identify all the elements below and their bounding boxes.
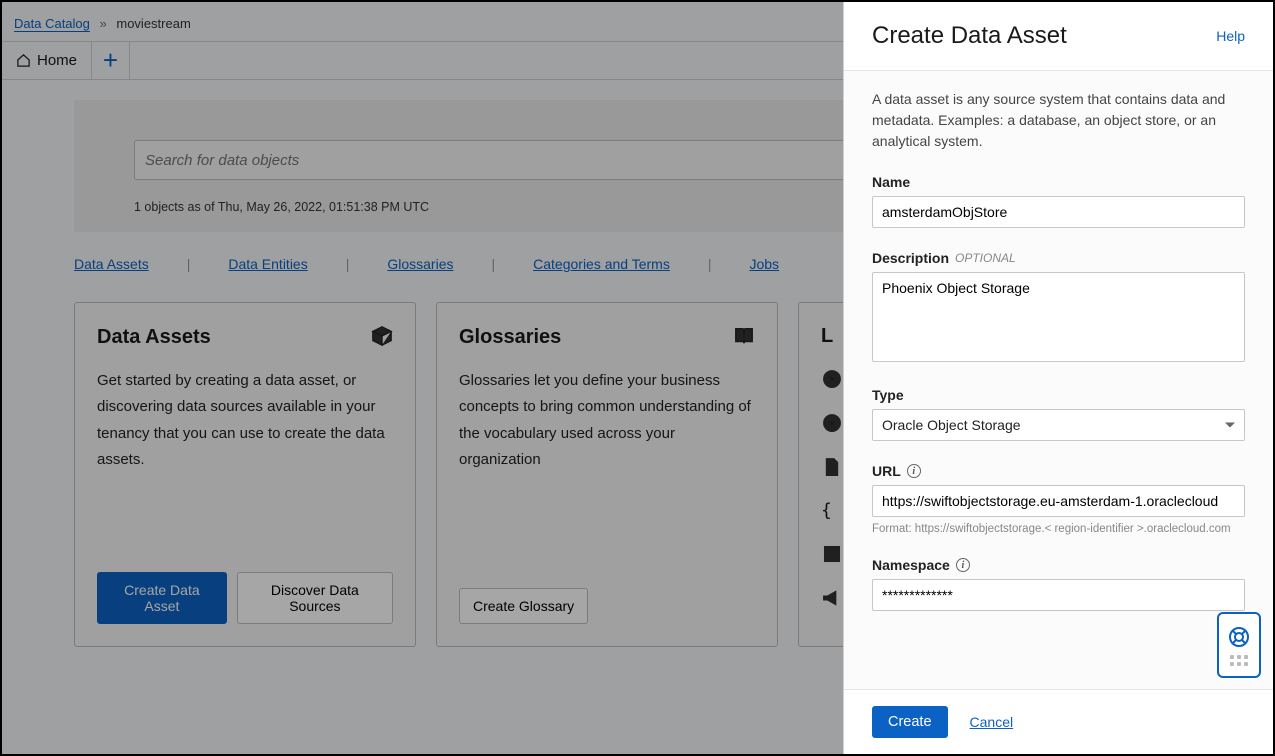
panel-title: Create Data Asset bbox=[872, 22, 1067, 50]
panel-help-link[interactable]: Help bbox=[1216, 28, 1245, 44]
type-select[interactable]: Oracle Object Storage bbox=[872, 409, 1245, 441]
name-label: Name bbox=[872, 174, 1245, 190]
floating-help-button[interactable] bbox=[1217, 612, 1261, 678]
namespace-label: Namespace i bbox=[872, 557, 1245, 573]
description-field[interactable] bbox=[872, 272, 1245, 362]
lifebuoy-icon bbox=[1227, 625, 1251, 649]
namespace-field[interactable] bbox=[872, 579, 1245, 611]
create-data-asset-panel: Create Data Asset Help A data asset is a… bbox=[843, 2, 1273, 754]
name-field[interactable] bbox=[872, 196, 1245, 228]
url-label: URL i bbox=[872, 463, 1245, 479]
type-label: Type bbox=[872, 387, 1245, 403]
description-label: Description OPTIONAL bbox=[872, 250, 1245, 266]
info-icon[interactable]: i bbox=[907, 464, 921, 478]
cancel-link[interactable]: Cancel bbox=[970, 714, 1014, 730]
create-button[interactable]: Create bbox=[872, 706, 948, 738]
url-hint: Format: https://swiftobjectstorage.< reg… bbox=[872, 523, 1245, 535]
info-icon[interactable]: i bbox=[956, 558, 970, 572]
drag-handle-icon bbox=[1230, 655, 1248, 666]
panel-intro: A data asset is any source system that c… bbox=[872, 89, 1245, 152]
url-field[interactable] bbox=[872, 485, 1245, 517]
